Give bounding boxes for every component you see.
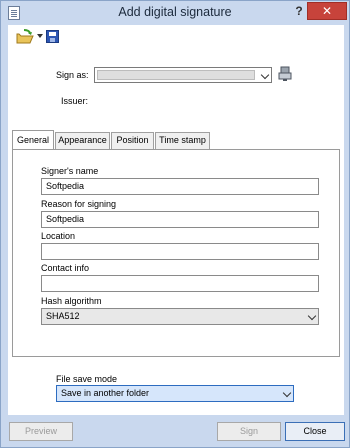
sign-as-value: [97, 70, 255, 80]
open-icon[interactable]: [16, 29, 34, 45]
close-button[interactable]: Close: [285, 422, 345, 441]
file-save-mode-label: File save mode: [56, 374, 118, 384]
close-window-button[interactable]: ✕: [307, 2, 347, 20]
tab-appearance[interactable]: Appearance: [55, 132, 110, 149]
contact-info-field[interactable]: [41, 275, 319, 292]
hash-algorithm-label: Hash algorithm: [41, 296, 102, 306]
file-save-mode-value: Save in another folder: [61, 388, 150, 398]
issuer-label: Issuer:: [61, 96, 89, 106]
tab-bar: General Appearance Position Time stamp: [12, 130, 342, 150]
contact-info-label: Contact info: [41, 263, 90, 273]
chevron-down-icon: [307, 311, 317, 321]
location-field[interactable]: [41, 243, 319, 260]
sign-button[interactable]: Sign: [217, 422, 281, 441]
reason-field[interactable]: Softpedia: [41, 211, 319, 228]
hash-algorithm-value: SHA512: [46, 311, 80, 321]
hash-algorithm-select[interactable]: SHA512: [41, 308, 319, 325]
signers-name-field[interactable]: Softpedia: [41, 178, 319, 195]
tab-general[interactable]: General: [12, 130, 54, 150]
location-label: Location: [41, 231, 76, 241]
file-save-mode-select[interactable]: Save in another folder: [56, 385, 294, 402]
certificate-icon[interactable]: [278, 66, 292, 82]
toolbar: [8, 25, 344, 49]
general-tab-panel: Signer's name Softpedia Reason for signi…: [12, 149, 340, 357]
open-dropdown-arrow-icon[interactable]: [37, 34, 43, 38]
chevron-down-icon: [260, 70, 270, 80]
title-bar: Add digital signature ? ✕: [1, 1, 349, 25]
sign-as-label: Sign as:: [56, 70, 89, 80]
add-digital-signature-dialog: Add digital signature ? ✕ Sign as: Issue…: [0, 0, 350, 448]
dialog-content: Sign as: Issuer: General Appearance Posi…: [8, 49, 344, 415]
help-button[interactable]: ?: [289, 2, 309, 20]
tab-time-stamp[interactable]: Time stamp: [155, 132, 210, 149]
chevron-down-icon: [282, 388, 292, 398]
save-icon[interactable]: [46, 30, 59, 43]
signers-name-label: Signer's name: [41, 166, 99, 176]
reason-label: Reason for signing: [41, 199, 117, 209]
tab-position[interactable]: Position: [111, 132, 154, 149]
sign-as-select[interactable]: [94, 67, 272, 83]
preview-button[interactable]: Preview: [9, 422, 73, 441]
